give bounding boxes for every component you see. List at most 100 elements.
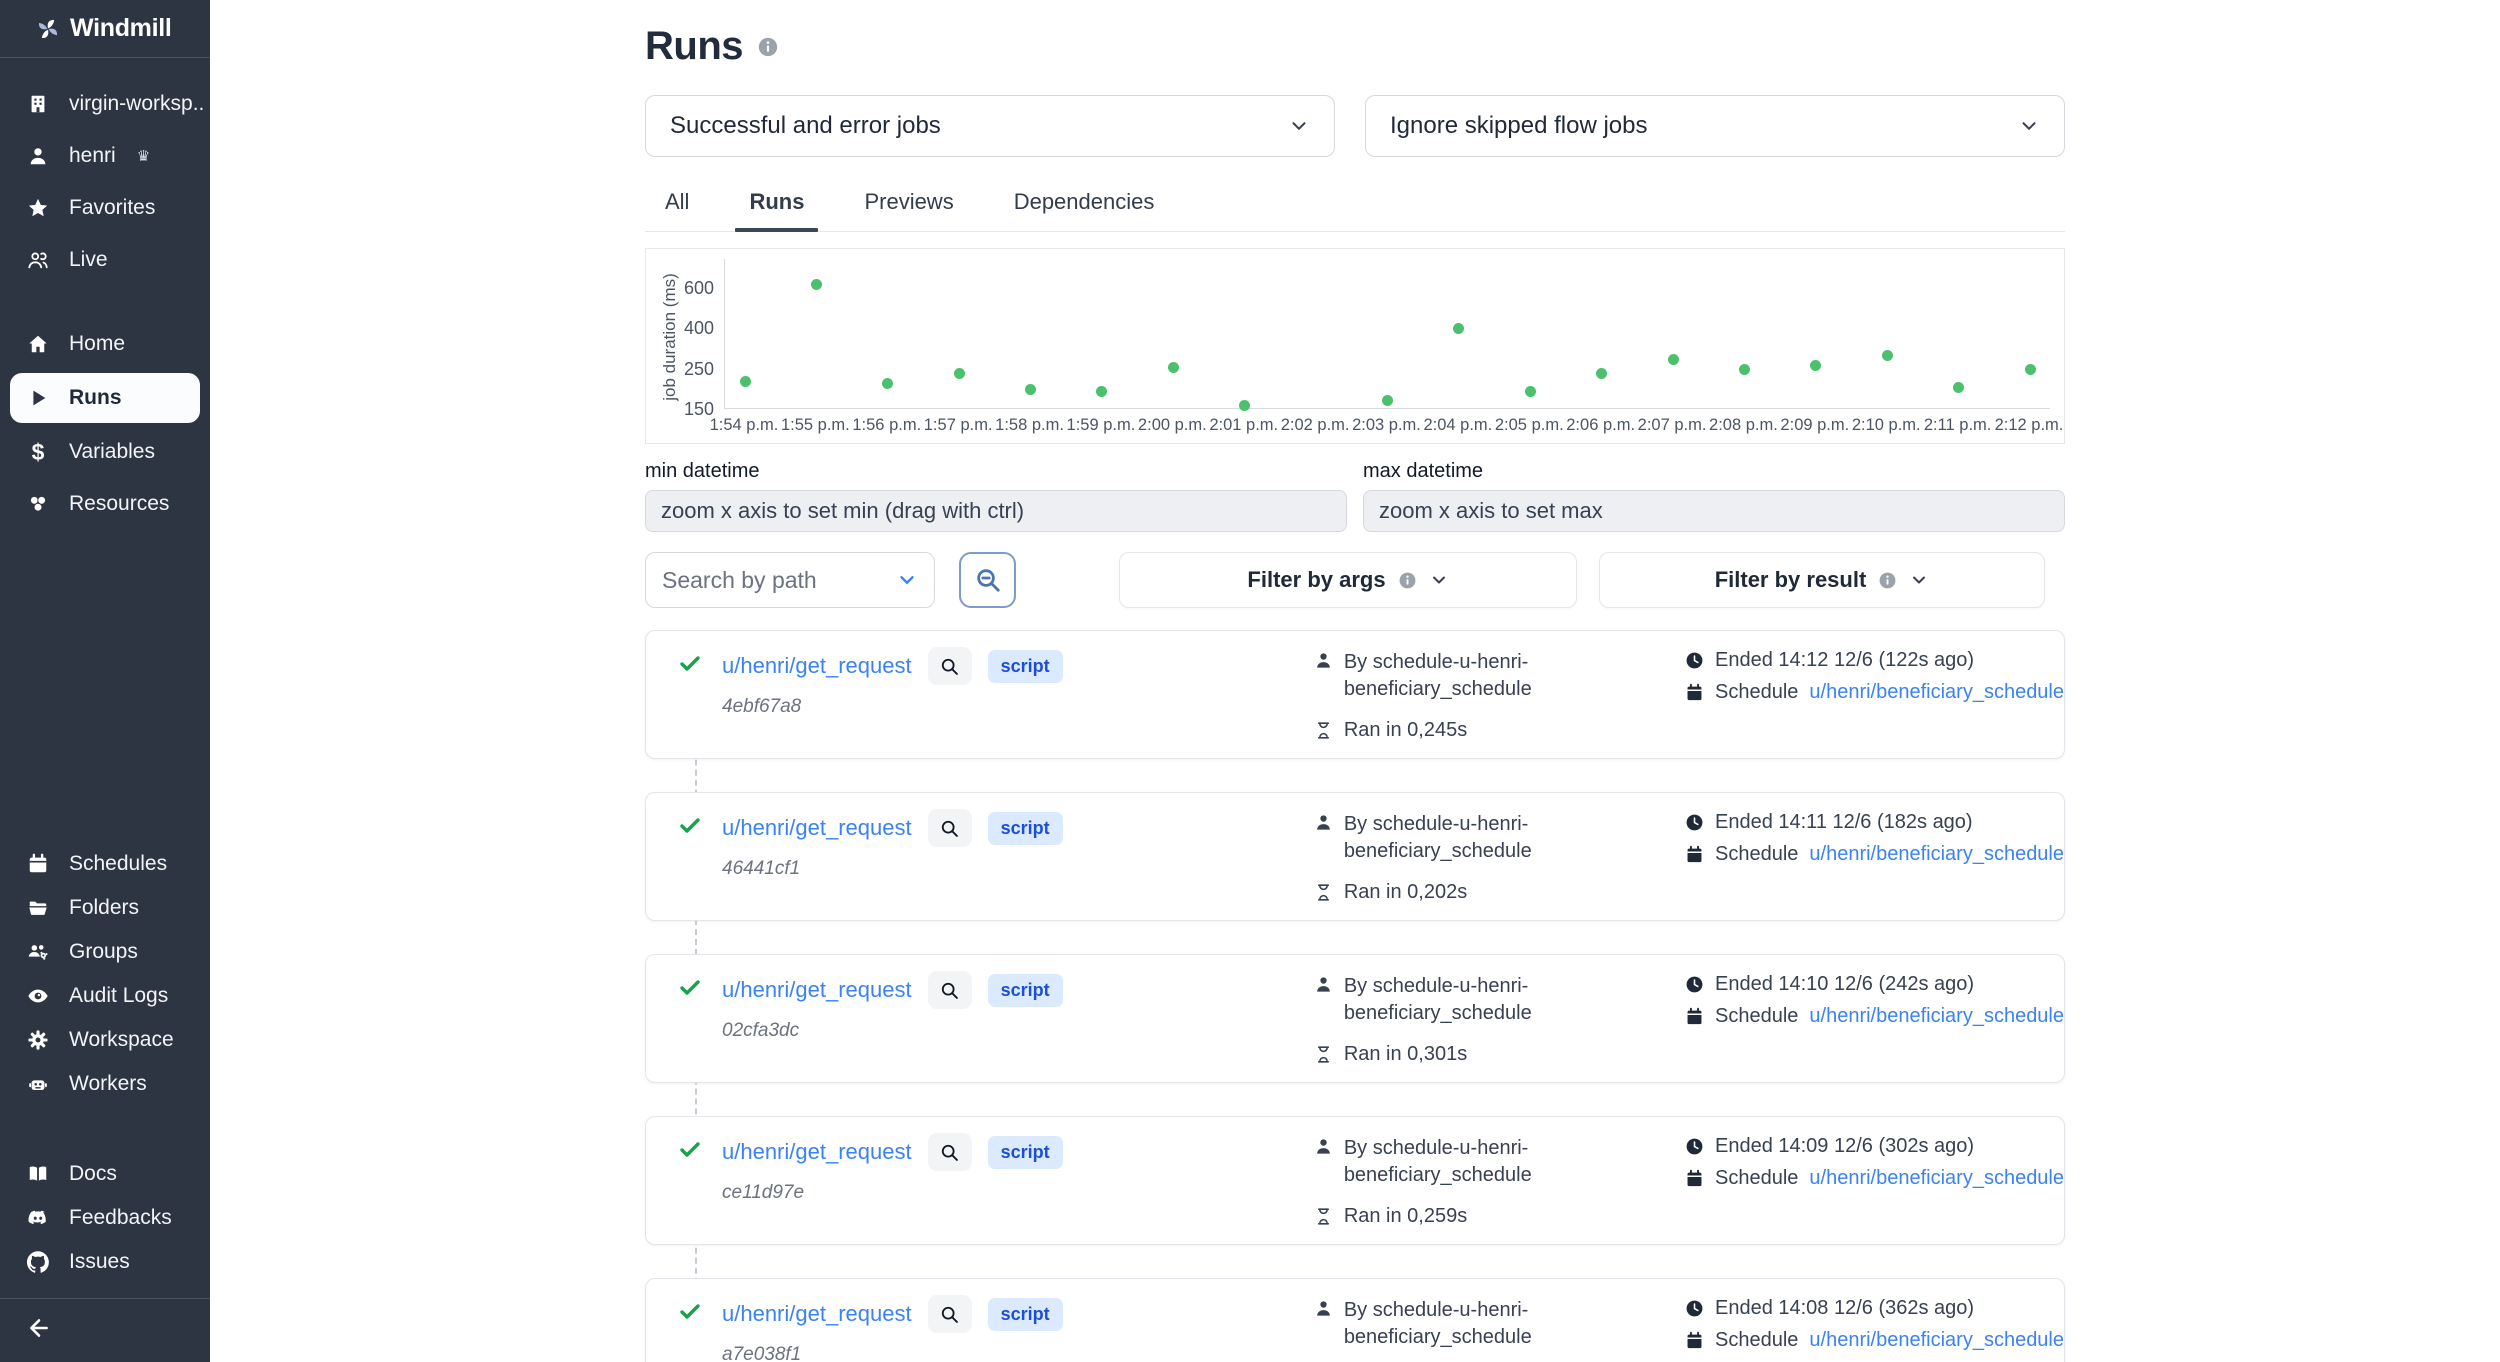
run-card[interactable]: u/henri/get_request script ce11d97e By s… — [645, 1116, 2065, 1245]
skipped-flow-jobs-select[interactable]: Ignore skipped flow jobs — [1365, 95, 2065, 157]
chevron-down-icon — [2018, 115, 2040, 137]
sidebar-item-workspace[interactable]: virgin-worksp... — [0, 78, 210, 130]
clock-icon — [1685, 975, 1704, 994]
run-path-link[interactable]: u/henri/get_request — [722, 977, 912, 1003]
run-id: 4ebf67a8 — [722, 696, 1063, 718]
filter-by-result-button[interactable]: Filter by result — [1599, 552, 2045, 608]
sidebar-item-variables[interactable]: $ Variables — [0, 426, 210, 478]
sidebar-item-folders[interactable]: Folders — [0, 886, 210, 930]
sidebar-item-groups[interactable]: Groups — [0, 930, 210, 974]
chart-data-point[interactable] — [1525, 386, 1536, 397]
job-kind-select[interactable]: Successful and error jobs — [645, 95, 1335, 157]
run-card[interactable]: u/henri/get_request script 4ebf67a8 By s… — [645, 630, 2065, 759]
chart-data-point[interactable] — [1096, 386, 1107, 397]
chart-data-point[interactable] — [2025, 364, 2036, 375]
sidebar-item-user[interactable]: henri ♛ — [0, 130, 210, 182]
run-path-link[interactable]: u/henri/get_request — [722, 653, 912, 679]
sidebar-item-favorites[interactable]: Favorites — [0, 182, 210, 234]
sidebar-item-runs[interactable]: Runs — [10, 373, 200, 423]
chart-data-point[interactable] — [740, 376, 751, 387]
clock-icon — [1685, 1137, 1704, 1156]
tab-runs[interactable]: Runs — [743, 181, 810, 231]
chart-x-tick: 1:59 p.m. — [1067, 416, 1136, 435]
runs-duration-chart[interactable]: job duration (ms) 1502504006001:54 p.m.1… — [645, 248, 2065, 444]
schedule-link[interactable]: u/henri/beneficiary_schedule — [1809, 1329, 2064, 1352]
info-icon[interactable] — [757, 36, 779, 58]
sidebar-account-group: virgin-worksp... henri ♛ Favorites Live — [0, 78, 210, 286]
tab-previews[interactable]: Previews — [858, 181, 959, 231]
calendar-icon — [1685, 1331, 1704, 1350]
chart-x-tick: 2:00 p.m. — [1138, 416, 1207, 435]
chart-data-point[interactable] — [1953, 382, 1964, 393]
tab-dependencies[interactable]: Dependencies — [1008, 181, 1161, 231]
run-card[interactable]: u/henri/get_request script a7e038f1 By s… — [645, 1278, 2065, 1362]
sidebar-item-workers[interactable]: Workers — [0, 1062, 210, 1106]
sidebar-item-schedules[interactable]: Schedules — [0, 842, 210, 886]
zoom-out-search-button[interactable] — [959, 552, 1016, 608]
sidebar-item-docs[interactable]: Docs — [0, 1152, 210, 1196]
run-duration: Ran in 0,259s — [1344, 1205, 1467, 1228]
job-kind-value: Successful and error jobs — [670, 112, 941, 140]
sidebar-item-workspace-settings[interactable]: Workspace — [0, 1018, 210, 1062]
run-details-search-button[interactable] — [928, 971, 972, 1009]
calendar-icon — [1685, 1169, 1704, 1188]
run-kind-badge: script — [988, 650, 1063, 683]
run-details-search-button[interactable] — [928, 809, 972, 847]
chart-data-point[interactable] — [954, 368, 965, 379]
sidebar-item-resources[interactable]: Resources — [0, 478, 210, 530]
run-card[interactable]: u/henri/get_request script 46441cf1 By s… — [645, 792, 2065, 921]
chart-x-tick: 2:04 p.m. — [1423, 416, 1492, 435]
arrow-left-icon — [26, 1315, 52, 1341]
chart-data-point[interactable] — [1810, 360, 1821, 371]
success-check-icon — [678, 1133, 702, 1228]
chart-data-point[interactable] — [1596, 368, 1607, 379]
chart-x-tick: 2:09 p.m. — [1780, 416, 1849, 435]
sidebar: Windmill virgin-worksp... henri ♛ Favori… — [0, 0, 210, 1362]
run-id: a7e038f1 — [722, 1344, 1063, 1362]
sidebar-item-home[interactable]: Home — [0, 318, 210, 370]
run-card[interactable]: u/henri/get_request script 02cfa3dc By s… — [645, 954, 2065, 1083]
schedule-link[interactable]: u/henri/beneficiary_schedule — [1809, 1005, 2064, 1028]
sidebar-item-audit-logs[interactable]: Audit Logs — [0, 974, 210, 1018]
sidebar-item-feedbacks[interactable]: Feedbacks — [0, 1196, 210, 1240]
run-path-link[interactable]: u/henri/get_request — [722, 1301, 912, 1327]
chart-data-point[interactable] — [1025, 384, 1036, 395]
schedule-link[interactable]: u/henri/beneficiary_schedule — [1809, 681, 2064, 704]
chart-x-tick: 1:55 p.m. — [781, 416, 850, 435]
app-logo[interactable]: Windmill — [0, 0, 210, 58]
run-path-link[interactable]: u/henri/get_request — [722, 815, 912, 841]
min-datetime-input[interactable] — [645, 490, 1347, 532]
tab-all[interactable]: All — [659, 181, 695, 231]
sidebar-footer — [0, 1298, 210, 1362]
chart-data-point[interactable] — [1168, 362, 1179, 373]
schedule-link[interactable]: u/henri/beneficiary_schedule — [1809, 1167, 2064, 1190]
sidebar-item-issues[interactable]: Issues — [0, 1240, 210, 1284]
chart-data-point[interactable] — [1382, 395, 1393, 406]
sidebar-item-label: Groups — [69, 940, 138, 964]
sidebar-item-live[interactable]: Live — [0, 234, 210, 286]
run-path-link[interactable]: u/henri/get_request — [722, 1139, 912, 1165]
chart-data-point[interactable] — [1668, 354, 1679, 365]
run-triggered-by: By schedule-u-henri-beneficiary_schedule — [1344, 811, 1572, 865]
chart-plot-area[interactable] — [724, 259, 2050, 409]
filter-by-args-button[interactable]: Filter by args — [1119, 552, 1577, 608]
run-details-search-button[interactable] — [928, 1133, 972, 1171]
chart-data-point[interactable] — [811, 279, 822, 290]
chart-data-point[interactable] — [1239, 400, 1250, 411]
max-datetime-input[interactable] — [1363, 490, 2065, 532]
schedule-link[interactable]: u/henri/beneficiary_schedule — [1809, 843, 2064, 866]
clock-icon — [1685, 813, 1704, 832]
search-by-path-select[interactable]: Search by path — [645, 552, 935, 608]
chart-data-point[interactable] — [1453, 323, 1464, 334]
chart-x-tick: 1:57 p.m. — [924, 416, 993, 435]
sidebar-item-label: Audit Logs — [69, 984, 168, 1008]
sidebar-item-label: Live — [69, 248, 108, 272]
chart-data-point[interactable] — [1882, 350, 1893, 361]
collapse-sidebar-button[interactable] — [26, 1328, 52, 1345]
chart-data-point[interactable] — [1739, 364, 1750, 375]
chart-data-point[interactable] — [882, 378, 893, 389]
sidebar-item-label: Docs — [69, 1162, 117, 1186]
run-details-search-button[interactable] — [928, 1295, 972, 1333]
run-details-search-button[interactable] — [928, 647, 972, 685]
run-ended-at: Ended 14:12 12/6 (122s ago) — [1715, 649, 1974, 672]
